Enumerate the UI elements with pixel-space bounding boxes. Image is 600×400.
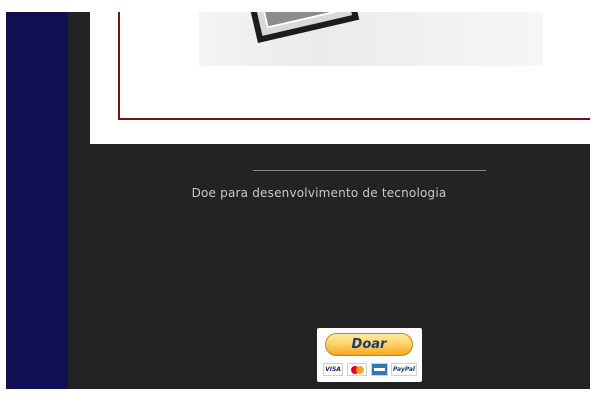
visa-card-icon: VISA [323,363,343,376]
paypal-card-icon: PayPal [391,363,417,376]
footer-divider [253,170,486,171]
amex-card-icon [371,363,388,376]
paypal-donate-widget: Doar VISA PayPal [317,328,422,382]
page: Doe para desenvolvimento de tecnologia D… [0,0,600,400]
picture-content [261,12,345,29]
mastercard-icon [347,363,367,376]
payment-methods: VISA PayPal [323,363,417,377]
amex-band [374,368,385,371]
donation-message: Doe para desenvolvimento de tecnologia [191,186,447,200]
left-sidebar-stripe [6,12,68,389]
featured-image [199,12,543,66]
picture-frame-image [246,12,360,44]
mastercard-yellow-circle [356,366,364,374]
donate-button[interactable]: Doar [325,333,413,356]
